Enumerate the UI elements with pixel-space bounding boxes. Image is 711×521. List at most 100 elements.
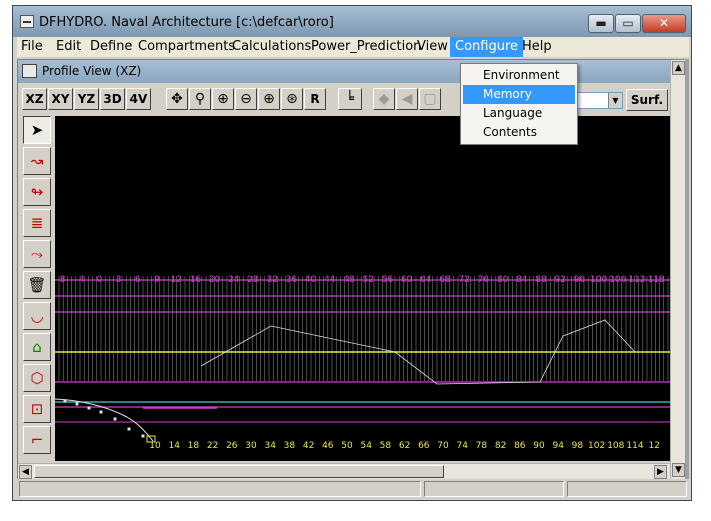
profile-canvas[interactable]: -8 -4 0 3 6 9 12 16 20 24 28 32 36 40 44 48 52 56 60 64 68 72… xyxy=(55,116,670,461)
edit-point-icon[interactable]: ≣ xyxy=(23,209,51,237)
zoom-previous-icon[interactable]: ⊛ xyxy=(281,88,303,110)
top-tick-label: 118 xyxy=(648,275,665,285)
delete-icon[interactable]: 🗑 xyxy=(23,271,51,299)
plane-icon[interactable]: ⊡ xyxy=(23,395,51,423)
menu-compartments[interactable]: Compartments xyxy=(138,39,235,54)
bottom-tick-label: 108 xyxy=(607,441,624,451)
top-tick-label: -8 xyxy=(57,275,66,285)
top-tick-label: 64 xyxy=(420,275,432,285)
menu-help[interactable]: Help xyxy=(522,39,552,54)
view-3d-button[interactable]: 3D xyxy=(100,88,125,110)
scroll-thumb[interactable] xyxy=(34,465,444,478)
top-tick-label: 112 xyxy=(628,275,645,285)
menu-file[interactable]: File xyxy=(21,39,43,54)
arrow-up-icon[interactable]: ◆ xyxy=(373,88,395,110)
view-yz-button[interactable]: YZ xyxy=(74,88,99,110)
bottom-tick-label: 86 xyxy=(514,441,526,451)
zoom-in-icon[interactable]: ⊕ xyxy=(212,88,234,110)
menu-environment[interactable]: Environment xyxy=(463,66,575,85)
application-window: DFHYDRO. Naval Architecture [c:\defcar\r… xyxy=(12,5,692,501)
zoom-extent-icon[interactable]: ⊕ xyxy=(258,88,280,110)
menu-power-prediction[interactable]: Power_Prediction xyxy=(311,39,421,54)
close-button[interactable]: ✕ xyxy=(642,14,686,33)
menu-view[interactable]: View xyxy=(417,39,448,54)
profile-chart: -8 -4 0 3 6 9 12 16 20 24 28 32 36 40 44 48 52 56 60 64 68 72… xyxy=(55,275,670,451)
status-bar xyxy=(17,479,689,499)
top-tick-label: 92 xyxy=(554,275,565,285)
top-tick-label: 72 xyxy=(458,275,469,285)
chevron-down-icon[interactable]: ▼ xyxy=(608,93,622,108)
maximize-button[interactable]: ▭ xyxy=(615,14,641,33)
top-tick-label: 20 xyxy=(209,275,221,285)
profile-view-window: Profile View (XZ) XZ XY YZ 3D 4V ✥ ⚲ ⊕ ⊖… xyxy=(17,59,685,480)
menu-bar: File Edit Define Compartments Calculatio… xyxy=(17,37,689,57)
scroll-down-icon[interactable]: ▼ xyxy=(672,463,685,477)
top-tick-label: -4 xyxy=(76,275,85,285)
top-tick-label: 76 xyxy=(478,275,490,285)
profile-icon[interactable]: ⌐ xyxy=(23,426,51,454)
view-4v-button[interactable]: 4V xyxy=(126,88,151,110)
pointer-icon[interactable]: ➤ xyxy=(23,116,51,144)
bow-point xyxy=(99,410,103,414)
body-icon[interactable]: ⬡ xyxy=(23,364,51,392)
mdi-area: Profile View (XZ) XZ XY YZ 3D 4V ✥ ⚲ ⊕ ⊖… xyxy=(17,59,689,496)
top-tick-label: 9 xyxy=(154,275,160,285)
bottom-tick-label: 22 xyxy=(207,441,218,451)
bottom-tick-label: 12 xyxy=(648,441,659,451)
insert-point-icon[interactable]: ↬ xyxy=(23,178,51,206)
app-icon xyxy=(20,15,34,28)
zoom-window-icon[interactable]: ⚲ xyxy=(189,88,211,110)
top-tick-label: 48 xyxy=(343,275,355,285)
child-window-icon xyxy=(22,64,37,78)
menu-memory[interactable]: Memory xyxy=(463,85,575,104)
axis-icon[interactable]: ╘ xyxy=(338,88,362,110)
pan-icon[interactable]: ✥ xyxy=(166,88,188,110)
bottom-tick-label: 42 xyxy=(303,441,314,451)
bow-curve xyxy=(55,398,154,442)
scroll-right-icon[interactable]: ▶ xyxy=(654,465,667,479)
menu-configure[interactable]: Configure xyxy=(450,37,524,57)
top-tick-label: 68 xyxy=(439,275,451,285)
bottom-tick-label: 30 xyxy=(245,441,257,451)
menu-calculations[interactable]: Calculations xyxy=(232,39,311,54)
bottom-tick-label: 34 xyxy=(264,441,276,451)
add-point-icon[interactable]: ↝ xyxy=(23,147,51,175)
bow-point xyxy=(63,399,67,403)
title-bar[interactable]: DFHYDRO. Naval Architecture [c:\defcar\r… xyxy=(13,6,691,37)
view-xy-button[interactable]: XY xyxy=(48,88,73,110)
reset-view-button[interactable]: R xyxy=(304,88,326,110)
section-icon[interactable]: ◡ xyxy=(23,302,51,330)
minimize-button[interactable]: ▬ xyxy=(588,14,614,33)
left-toolbar: ➤ ↝ ↬ ≣ ⤳ 🗑 ◡ ⌂ ⬡ ⊡ ⌐ xyxy=(20,116,54,462)
child-window-title: Profile View (XZ) xyxy=(42,64,142,78)
bottom-tick-label: 70 xyxy=(437,441,449,451)
menu-define[interactable]: Define xyxy=(90,39,132,54)
bottom-tick-label: 38 xyxy=(284,441,296,451)
window-title: DFHYDRO. Naval Architecture [c:\defcar\r… xyxy=(39,15,334,30)
arrow-left-icon[interactable]: ◀ xyxy=(396,88,418,110)
station-icon[interactable]: ⌂ xyxy=(23,333,51,361)
bottom-tick-label: 114 xyxy=(626,441,643,451)
bottom-tick-label: 102 xyxy=(588,441,605,451)
bow-point xyxy=(141,434,145,438)
zoom-out-icon[interactable]: ⊖ xyxy=(235,88,257,110)
vertical-scrollbar[interactable]: ▲ ▼ xyxy=(670,60,685,479)
status-panel-2 xyxy=(424,481,564,497)
bow-point xyxy=(75,402,79,406)
menu-contents[interactable]: Contents xyxy=(463,123,575,142)
bottom-tick-label: 82 xyxy=(495,441,506,451)
top-tick-label: 32 xyxy=(266,275,277,285)
surface-button[interactable]: Surf. xyxy=(626,89,668,111)
scroll-up-icon[interactable]: ▲ xyxy=(672,61,685,75)
scroll-left-icon[interactable]: ◀ xyxy=(19,465,32,479)
menu-edit[interactable]: Edit xyxy=(56,39,81,54)
curve-icon[interactable]: ⤳ xyxy=(23,240,51,268)
top-tick-label: 60 xyxy=(401,275,413,285)
bottom-tick-label: 78 xyxy=(476,441,488,451)
bottom-tick-label: 10 xyxy=(149,441,161,451)
menu-language[interactable]: Language xyxy=(463,104,575,123)
view-xz-button[interactable]: XZ xyxy=(22,88,47,110)
bottom-tick-label: 50 xyxy=(341,441,353,451)
frame-icon[interactable]: ▢ xyxy=(419,88,441,110)
horizontal-scrollbar[interactable]: ◀ ▶ xyxy=(18,463,670,479)
